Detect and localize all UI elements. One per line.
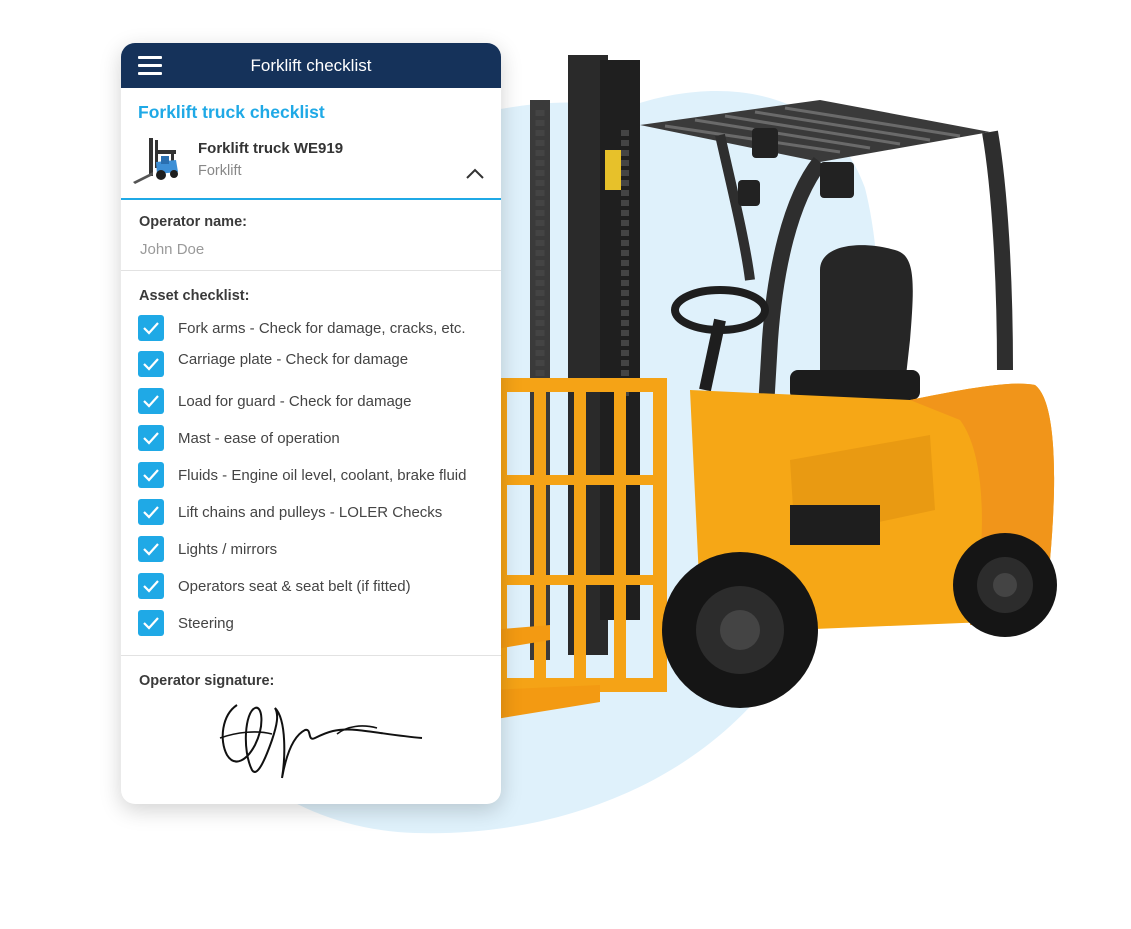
asset-checklist: Asset checklist: Fork arms - Check for d… [121,271,501,656]
checkbox-checked-icon[interactable] [138,315,164,341]
checklist-item-label: Carriage plate - Check for damage [178,351,409,368]
signature-drawing [219,704,423,779]
checklist-item[interactable]: Fork arms - Check for damage, cracks, et… [138,315,466,341]
checkbox-checked-icon[interactable] [138,425,164,451]
operator-name-field[interactable]: Operator name: John Doe [121,200,501,271]
checkbox-checked-icon[interactable] [138,499,164,525]
checklist-item[interactable]: Lights / mirrors [138,536,277,562]
asset-name: Forklift truck WE919 [198,140,344,157]
signature-field[interactable]: Operator signature: [121,656,501,804]
asset-summary: Forklift truck checklist Forklift truck … [121,88,501,200]
checklist-item[interactable]: Lift chains and pulleys - LOLER Checks [138,499,442,525]
checkbox-checked-icon[interactable] [138,388,164,414]
asset-type: Forklift [198,163,242,179]
header-title: Forklift checklist [250,55,372,75]
operator-name-value: John Doe [140,241,205,258]
forklift-image [490,55,1057,720]
checkbox-checked-icon[interactable] [138,462,164,488]
app-header: Forklift checklist [121,43,501,88]
checklist-item[interactable]: Mast - ease of operation [138,425,340,451]
signature-label: Operator signature: [139,673,275,689]
chevron-up-icon[interactable] [464,166,486,182]
checklist-item-label: Lights / mirrors [178,540,278,558]
checklist-item-label: Fluids - Engine oil level, coolant, brak… [178,466,467,484]
checklist-title: Forklift truck checklist [138,102,325,122]
checklist-card: Forklift checklist Forklift truck checkl… [121,43,501,804]
checklist-item-label: Load for guard - Check for damage [178,392,412,410]
page: Forklift checklist Forklift truck checkl… [0,0,1131,929]
checklist-item[interactable]: Operators seat & seat belt (if fitted) [138,573,411,599]
checkbox-checked-icon[interactable] [138,536,164,562]
checklist-item-label: Fork arms - Check for damage, cracks, et… [178,319,466,337]
hamburger-menu-icon[interactable] [138,56,162,75]
checklist-item-label: Lift chains and pulleys - LOLER Checks [178,503,443,521]
checkbox-checked-icon[interactable] [138,351,164,377]
checklist-item[interactable]: Fluids - Engine oil level, coolant, brak… [138,462,467,488]
asset-checklist-label: Asset checklist: [139,288,250,304]
checklist-item[interactable]: Load for guard - Check for damage [138,388,411,414]
checklist-item[interactable]: Steering [138,610,234,636]
checkbox-checked-icon[interactable] [138,610,164,636]
operator-name-label: Operator name: [139,214,247,230]
checkbox-checked-icon[interactable] [138,573,164,599]
forklift-thumbnail-icon [133,138,178,184]
checklist-item-label: Mast - ease of operation [178,429,340,447]
checklist-item-label: Operators seat & seat belt (if fitted) [178,577,411,595]
checklist-item-label: Steering [178,614,234,632]
checklist-item[interactable]: Carriage plate - Check for damage [138,351,408,377]
